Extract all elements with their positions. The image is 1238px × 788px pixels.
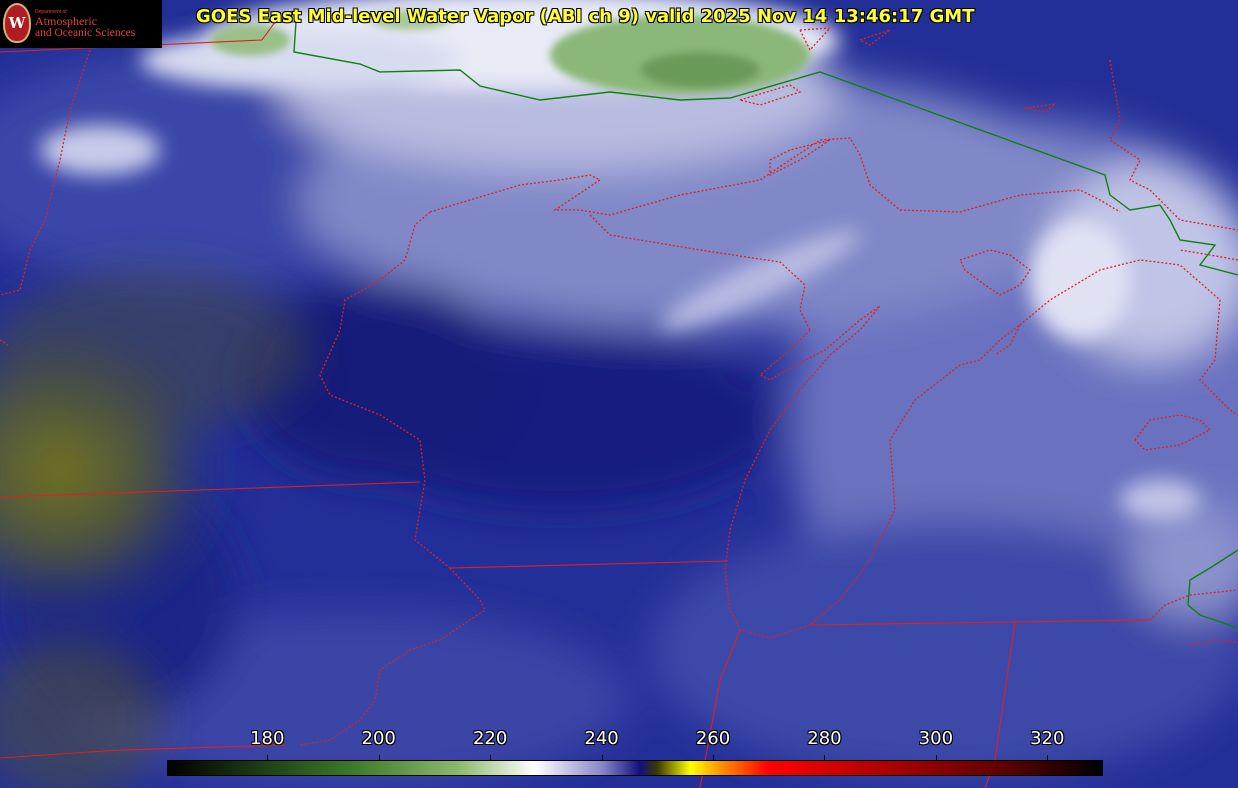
colorbar-tick-label: 240 — [584, 728, 619, 749]
image-title: GOES East Mid-level Water Vapor (ABI ch … — [196, 6, 975, 27]
colorbar-tick-label: 220 — [472, 728, 508, 749]
colorbar-tick-label: 180 — [250, 728, 285, 749]
colorbar-tick-label: 200 — [361, 728, 396, 749]
satellite-view: W Department of Atmospheric and Oceanic … — [0, 0, 1238, 788]
colorbar-tick-label: 280 — [807, 728, 842, 749]
water-vapor-map — [0, 0, 1238, 788]
uw-aos-logo: W Department of Atmospheric and Oceanic … — [0, 0, 162, 48]
logo-line2: and Oceanic Sciences — [35, 27, 136, 39]
colorbar-tick-label: 300 — [918, 728, 954, 749]
colorbar-tick-label: 320 — [1030, 728, 1065, 749]
colorbar — [167, 760, 1103, 776]
colorbar-tick-label: 260 — [695, 728, 731, 749]
uw-crest-icon: W — [3, 3, 31, 43]
